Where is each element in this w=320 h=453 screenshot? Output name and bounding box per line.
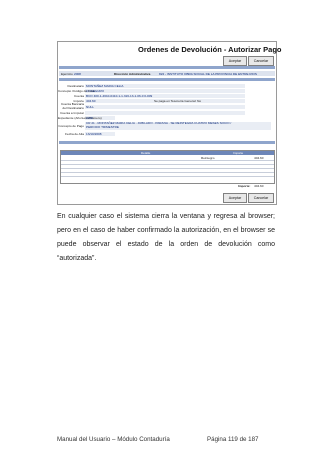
field-box xyxy=(85,111,245,115)
cancel-button-bottom[interactable]: Cancelar xyxy=(248,193,274,203)
detail-grid: Detalle Importe Reintegro 404.60 xyxy=(60,150,275,184)
field-label: Concepto de Pago xyxy=(58,124,84,128)
exercise-label: Ejercicio xyxy=(61,71,73,76)
body-paragraph: En cualquier caso el sistema cierra la v… xyxy=(57,213,275,262)
accept-button-top[interactable]: Aceptar xyxy=(223,56,247,66)
grid-row-line xyxy=(61,172,274,173)
grid-row-line xyxy=(61,176,274,177)
footer-left: Manual del Usuario – Módulo Contaduría xyxy=(57,436,170,443)
grid-cell-amount: 404.60 xyxy=(254,155,264,160)
total-label: Importe: xyxy=(238,184,251,188)
grid-column-header: Detalle xyxy=(141,151,151,155)
field-value: MONTAÑEZ MARIA CELIA xyxy=(86,84,124,88)
field-box xyxy=(85,105,245,109)
field-value: NULL xyxy=(86,105,94,109)
screenshot-window: Ordenes de Devolución - Autorizar Pago A… xyxy=(57,41,282,205)
field-value: BCO 400-1-4610-0410-1-1-316-13-1-06-0 0-… xyxy=(86,94,153,98)
field-value: 404.60 xyxy=(86,99,96,103)
field-label: Destinatario xyxy=(67,84,84,88)
field-label: Cuenta Bancaria del Destinatario xyxy=(60,102,84,110)
section-band xyxy=(59,78,275,81)
field-label: Fecha de Alta xyxy=(65,132,84,136)
grid-row-line xyxy=(61,160,274,161)
field-value: COSEGURO xyxy=(86,89,105,93)
field-value: 2008 xyxy=(86,116,93,120)
footer-page-number: Página 119 de 187 xyxy=(207,436,259,443)
section-band xyxy=(59,141,275,144)
grid-cell-detail: Reintegro xyxy=(201,155,215,160)
grid-header: Detalle Importe xyxy=(61,151,274,155)
admin-direction-value: 822 - INSTITUTO OBRA SOCIAL DE LA PROVIN… xyxy=(159,71,257,76)
total-value: 404.60 xyxy=(254,184,264,188)
header-band xyxy=(59,66,275,69)
field-label: Cuenta xyxy=(74,94,84,98)
field-value: 13/10/2008 xyxy=(86,132,102,136)
exercise-value: 2008 xyxy=(74,71,81,76)
field-label: Concepto /Código de Caso xyxy=(58,89,96,93)
grid-row-line xyxy=(61,168,274,169)
field-box xyxy=(85,89,245,93)
window-title: Ordenes de Devolución - Autorizar Pago xyxy=(138,45,282,54)
cancel-button-top[interactable]: Cancelar xyxy=(248,56,274,66)
admin-direction-label: Dirección Administrativa xyxy=(114,71,151,76)
field-label: Cuenta a Imputar xyxy=(60,111,84,115)
treasury-note: Se paga en Tesorería General: No xyxy=(154,99,202,103)
accept-button-bottom[interactable]: Aceptar xyxy=(223,193,247,203)
field-label: Expediente (Año/Letra/Número) xyxy=(58,116,102,120)
field-value: CR 21 - MONTAÑEZ MARIA CELIA - JUBILADO … xyxy=(86,121,232,129)
grid-row-line xyxy=(61,164,274,165)
grid-column-header: Importe xyxy=(233,151,244,155)
